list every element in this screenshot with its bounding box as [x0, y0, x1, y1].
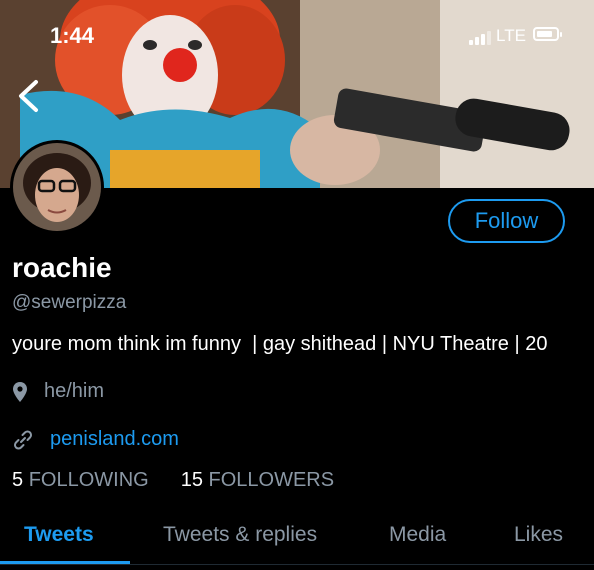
tabs-divider: [0, 564, 594, 565]
back-arrow-icon[interactable]: [14, 78, 44, 114]
network-label: LTE: [496, 26, 526, 45]
followers-count[interactable]: 15 FOLLOWERS: [181, 469, 334, 492]
following-label: FOLLOWING: [28, 469, 149, 491]
followers-number: 15: [180, 469, 203, 491]
battery-icon: [533, 27, 562, 41]
pronouns-row: he/him: [12, 380, 104, 403]
profile-name: roachie: [12, 252, 112, 283]
profile-avatar[interactable]: [10, 140, 104, 234]
location-pin-icon: [13, 381, 27, 402]
link-icon: [13, 429, 33, 450]
profile-tabs: Tweets Tweets & replies Media Likes: [0, 505, 594, 565]
following-number: 5: [12, 469, 24, 491]
status-time: 1:44: [50, 23, 95, 48]
following-count[interactable]: 5 FOLLOWING: [12, 469, 149, 492]
tab-likes[interactable]: Likes: [514, 523, 563, 547]
tab-tweets-replies[interactable]: Tweets & replies: [163, 523, 317, 547]
followers-label: FOLLOWERS: [208, 469, 335, 491]
website-row: penisland.com: [12, 428, 179, 451]
signal-icon: [469, 31, 491, 45]
pronouns-text: he/him: [44, 380, 105, 402]
tab-tweets[interactable]: Tweets: [24, 523, 94, 547]
tab-media[interactable]: Media: [389, 523, 446, 547]
profile-bio: youre mom think im funny | gay shithead …: [12, 333, 548, 355]
profile-handle: @sewerpizza: [12, 292, 127, 313]
status-bar: 1:44 LTE: [0, 0, 594, 70]
avatar-image: [13, 143, 101, 231]
website-link[interactable]: penisland.com: [50, 428, 179, 451]
follow-counts: 5 FOLLOWING 15 FOLLOWERS: [12, 469, 334, 492]
follow-button[interactable]: Follow: [448, 199, 565, 243]
